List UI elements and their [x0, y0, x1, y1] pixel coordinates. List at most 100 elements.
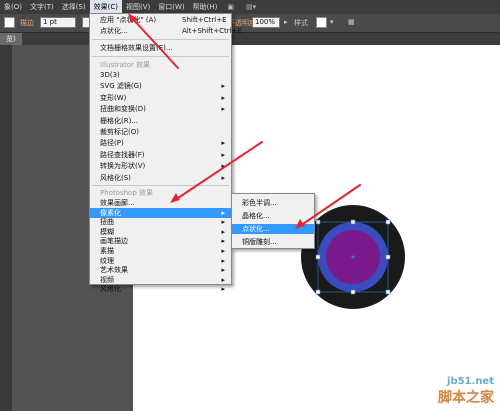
menu-object[interactable]: 象(O)	[0, 0, 26, 14]
pixelate-submenu-item-label: 铜版雕刻...	[242, 238, 277, 246]
illustrator-effect-item[interactable]: SVG 滤镜(G) ▸	[90, 81, 231, 91]
last-effect-item[interactable]: 点状化... Alt+Shift+Ctrl+E	[90, 26, 242, 36]
illustrator-effect-item-label: 路径查找器(F)	[100, 150, 145, 159]
menu-divider	[92, 56, 229, 57]
menu-effect[interactable]: 效果(C)	[89, 0, 122, 14]
photoshop-effect-item[interactable]: 画笔描边 ▸	[90, 236, 231, 246]
selection-handle[interactable]	[315, 254, 321, 260]
menu-window[interactable]: 窗口(W)	[154, 0, 188, 14]
photoshop-effect-item-label: 艺术效果	[100, 266, 128, 275]
watermark: jb51.net 脚本之家	[438, 376, 494, 407]
menu-bar: 象(O) 文字(T) 选择(S) 效果(C) 视图(V) 窗口(W) 帮助(H)…	[0, 0, 500, 14]
submenu-arrow-icon: ▸	[221, 247, 225, 255]
submenu-arrow-icon: ▸	[221, 256, 225, 265]
pixelate-submenu-item[interactable]: 点状化...	[232, 224, 314, 234]
style-dropdown-icon[interactable]: ▾	[330, 18, 334, 26]
pixelate-submenu-item[interactable]: 铜版雕刻...	[232, 237, 314, 247]
selection-handle[interactable]	[385, 289, 391, 295]
watermark-text: 脚本之家	[438, 390, 494, 406]
photoshop-effect-item[interactable]: 模糊 ▸	[90, 227, 231, 237]
submenu-arrow-icon: ▸	[221, 139, 225, 148]
photoshop-effects-header: Photoshop 效果	[100, 189, 154, 197]
illustrator-effect-item[interactable]: 栅格化(R)...	[90, 116, 231, 126]
tools-panel	[0, 45, 12, 411]
photoshop-effect-item-label: 风格化	[100, 285, 121, 294]
illustrator-effect-item[interactable]: 3D(3)	[90, 70, 231, 80]
photoshop-effect-item-label: 扭曲	[100, 218, 114, 227]
photoshop-effect-item[interactable]: 效果画廊...	[90, 198, 231, 208]
photoshop-effect-item-label: 视频	[100, 275, 114, 284]
illustrator-effect-item[interactable]: 裁剪标记(O)	[90, 127, 231, 137]
illustrator-effect-item-label: 栅格化(R)...	[100, 116, 139, 125]
selection-handle[interactable]	[350, 219, 356, 225]
document-tab-bar: 览)	[0, 33, 500, 45]
illustrator-effect-item[interactable]: 扭曲和变换(D) ▸	[90, 104, 231, 114]
illustrator-effect-item-label: SVG 滤镜(G)	[100, 82, 142, 91]
photoshop-effect-item[interactable]: 视频 ▸	[90, 275, 231, 285]
last-effect-shortcut: Alt+Shift+Ctrl+E	[182, 27, 242, 35]
selection-handle[interactable]	[315, 289, 321, 295]
illustrator-effect-item[interactable]: 转换为形状(V) ▸	[90, 161, 231, 171]
zoom-field[interactable]: 100%	[252, 17, 280, 28]
arrange-icon[interactable]: ▤▾	[240, 0, 262, 14]
photoshop-effect-item[interactable]: 纹理 ▸	[90, 256, 231, 266]
illustrator-effect-item-label: 转换为形状(V)	[100, 162, 146, 171]
illustrator-effect-item-label: 风格化(S)	[100, 173, 131, 182]
pixelate-submenu: 彩色半调... 晶格化... 点状化... 铜版雕刻...	[231, 193, 315, 249]
selection-handle[interactable]	[315, 219, 321, 225]
pixelate-submenu-item-label: 点状化...	[242, 225, 270, 233]
center-point	[351, 255, 355, 259]
align-icon[interactable]: ▦	[348, 18, 355, 26]
illustrator-effect-item[interactable]: 变形(W) ▸	[90, 93, 231, 103]
menu-help[interactable]: 帮助(H)	[189, 0, 222, 14]
illustrator-effect-item-label: 变形(W)	[100, 93, 127, 102]
stroke-label[interactable]: 描边	[20, 18, 34, 28]
photoshop-effect-item[interactable]: 风格化 ▸	[90, 284, 231, 294]
document-tab[interactable]: 览)	[0, 33, 22, 45]
photoshop-effect-item[interactable]: 像素化 ▸	[90, 207, 231, 218]
submenu-arrow-icon: ▸	[221, 208, 225, 217]
pixelate-submenu-item[interactable]: 彩色半调...	[232, 198, 314, 208]
illustrator-effect-item[interactable]: 风格化(S) ▸	[90, 173, 231, 183]
watermark-url: jb51.net	[447, 376, 494, 387]
pixelate-submenu-item[interactable]: 晶格化...	[232, 211, 314, 221]
photoshop-effect-item[interactable]: 艺术效果 ▸	[90, 265, 231, 275]
submenu-arrow-icon: ▸	[221, 150, 225, 159]
stroke-weight-field[interactable]: 1 pt	[40, 17, 76, 28]
selection-handle[interactable]	[350, 289, 356, 295]
illustrator-effect-item[interactable]: 路径查找器(F) ▸	[90, 150, 231, 160]
menu-type[interactable]: 文字(T)	[26, 0, 58, 14]
submenu-arrow-icon: ▸	[221, 218, 225, 227]
illustrator-effects-header: Illustrator 效果	[100, 61, 151, 69]
submenu-arrow-icon: ▸	[221, 82, 225, 91]
photoshop-effect-item-label: 模糊	[100, 227, 114, 236]
document-raster-settings-item[interactable]: 文档栅格效果设置(E)...	[90, 43, 231, 53]
style-swatch[interactable]	[316, 17, 327, 28]
illustrator-effect-item[interactable]: 路径(P) ▸	[90, 138, 231, 148]
submenu-arrow-icon: ▸	[221, 285, 225, 294]
submenu-arrow-icon: ▸	[221, 173, 225, 182]
pixelate-submenu-item-label: 晶格化...	[242, 212, 270, 220]
submenu-arrow-icon: ▸	[221, 266, 225, 275]
illustrator-effect-item-label: 3D(3)	[100, 71, 120, 79]
apply-shortcut: Shift+Ctrl+E	[182, 16, 227, 24]
zoom-dropdown-icon[interactable]: ▸	[284, 18, 288, 26]
submenu-arrow-icon: ▸	[221, 162, 225, 171]
photoshop-effect-item-label: 纹理	[100, 256, 114, 265]
menu-view[interactable]: 视图(V)	[122, 0, 154, 14]
control-bar: 描边 1 pt 不透明度 100% ▸ 样式 ▾ ▦	[0, 14, 500, 33]
submenu-arrow-icon: ▸	[221, 227, 225, 236]
effect-menu: 应用 "点状化" (A) Shift+Ctrl+E 点状化... Alt+Shi…	[89, 13, 242, 293]
bridge-icon[interactable]: ▣	[221, 0, 240, 14]
fill-swatch[interactable]	[4, 17, 15, 28]
submenu-arrow-icon: ▸	[221, 93, 225, 102]
selection-handle[interactable]	[385, 254, 391, 260]
photoshop-effect-item[interactable]: 扭曲 ▸	[90, 217, 231, 227]
pixelate-submenu-item-label: 彩色半调...	[242, 199, 277, 207]
apply-last-effect-item[interactable]: 应用 "点状化" (A) Shift+Ctrl+E	[90, 15, 231, 25]
photoshop-effect-item[interactable]: 素描 ▸	[90, 246, 231, 256]
selection-handle[interactable]	[385, 219, 391, 225]
illustrator-effect-item-label: 扭曲和变换(D)	[100, 105, 146, 114]
menu-divider	[92, 39, 229, 40]
menu-select[interactable]: 选择(S)	[58, 0, 90, 14]
